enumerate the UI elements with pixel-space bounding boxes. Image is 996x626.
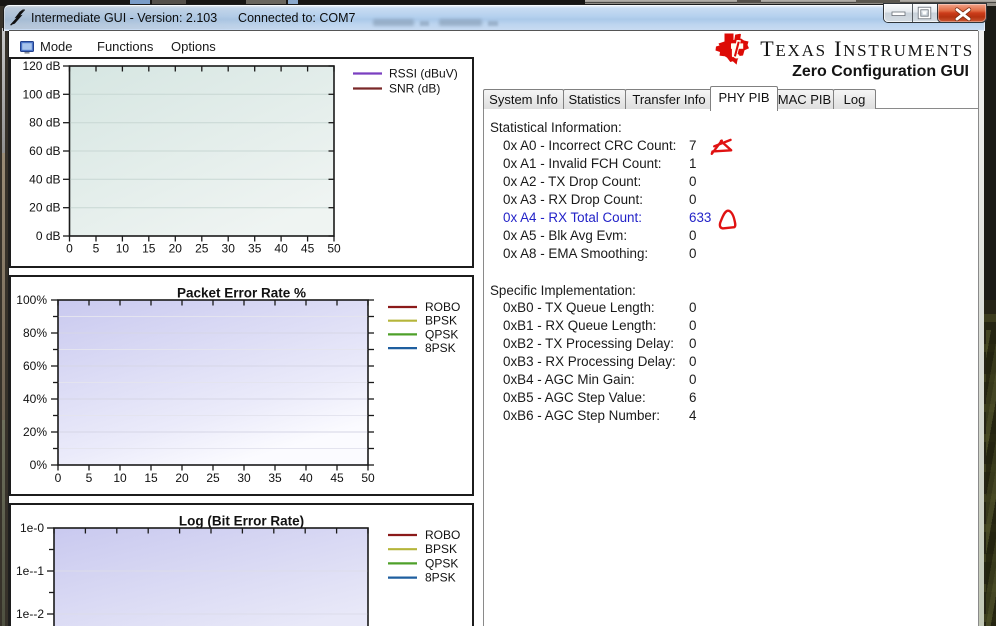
svg-text:60 dB: 60 dB <box>29 144 60 158</box>
svg-text:80 dB: 80 dB <box>29 116 60 130</box>
svg-text:35: 35 <box>248 242 262 256</box>
svg-text:1e--1: 1e--1 <box>16 564 44 578</box>
svg-text:20: 20 <box>175 471 189 485</box>
svg-text:15: 15 <box>144 471 158 485</box>
svg-text:20 dB: 20 dB <box>29 201 60 215</box>
svg-text:100%: 100% <box>16 293 47 307</box>
svg-text:0 dB: 0 dB <box>36 229 61 243</box>
svg-text:35: 35 <box>268 471 282 485</box>
svg-text:10: 10 <box>113 471 127 485</box>
svg-text:5: 5 <box>86 471 93 485</box>
svg-text:SNR (dB): SNR (dB) <box>389 82 440 96</box>
svg-text:ROBO: ROBO <box>425 528 460 542</box>
svg-text:8PSK: 8PSK <box>425 571 456 585</box>
svg-text:RSSI (dBuV): RSSI (dBuV) <box>389 67 458 81</box>
svg-text:8PSK: 8PSK <box>425 341 456 355</box>
svg-text:50: 50 <box>327 242 341 256</box>
svg-text:80%: 80% <box>23 326 47 340</box>
svg-text:20%: 20% <box>23 425 47 439</box>
svg-text:10: 10 <box>116 242 130 256</box>
svg-text:40: 40 <box>299 471 313 485</box>
svg-text:120 dB: 120 dB <box>22 59 60 73</box>
svg-text:40: 40 <box>274 242 288 256</box>
svg-text:QPSK: QPSK <box>425 327 458 341</box>
svg-text:0: 0 <box>55 471 62 485</box>
svg-text:45: 45 <box>301 242 315 256</box>
svg-text:40%: 40% <box>23 392 47 406</box>
svg-text:100 dB: 100 dB <box>22 87 60 101</box>
svg-text:25: 25 <box>195 242 209 256</box>
svg-text:20: 20 <box>169 242 183 256</box>
svg-text:1e-0: 1e-0 <box>20 521 44 535</box>
svg-text:40 dB: 40 dB <box>29 172 60 186</box>
svg-text:45: 45 <box>330 471 344 485</box>
svg-text:30: 30 <box>222 242 236 256</box>
svg-text:25: 25 <box>206 471 220 485</box>
svg-text:QPSK: QPSK <box>425 556 458 570</box>
svg-text:BPSK: BPSK <box>425 314 457 328</box>
svg-text:Log (Bit Error Rate): Log (Bit Error Rate) <box>179 514 304 529</box>
svg-text:15: 15 <box>142 242 156 256</box>
svg-text:30: 30 <box>237 471 251 485</box>
svg-text:ROBO: ROBO <box>425 300 460 314</box>
svg-text:5: 5 <box>93 242 100 256</box>
svg-text:BPSK: BPSK <box>425 542 457 556</box>
svg-text:Packet Error Rate %: Packet Error Rate % <box>177 286 306 301</box>
svg-text:0: 0 <box>66 242 73 256</box>
svg-text:0%: 0% <box>30 458 48 472</box>
svg-text:50: 50 <box>361 471 375 485</box>
svg-text:60%: 60% <box>23 359 47 373</box>
svg-text:1e--2: 1e--2 <box>16 607 44 621</box>
